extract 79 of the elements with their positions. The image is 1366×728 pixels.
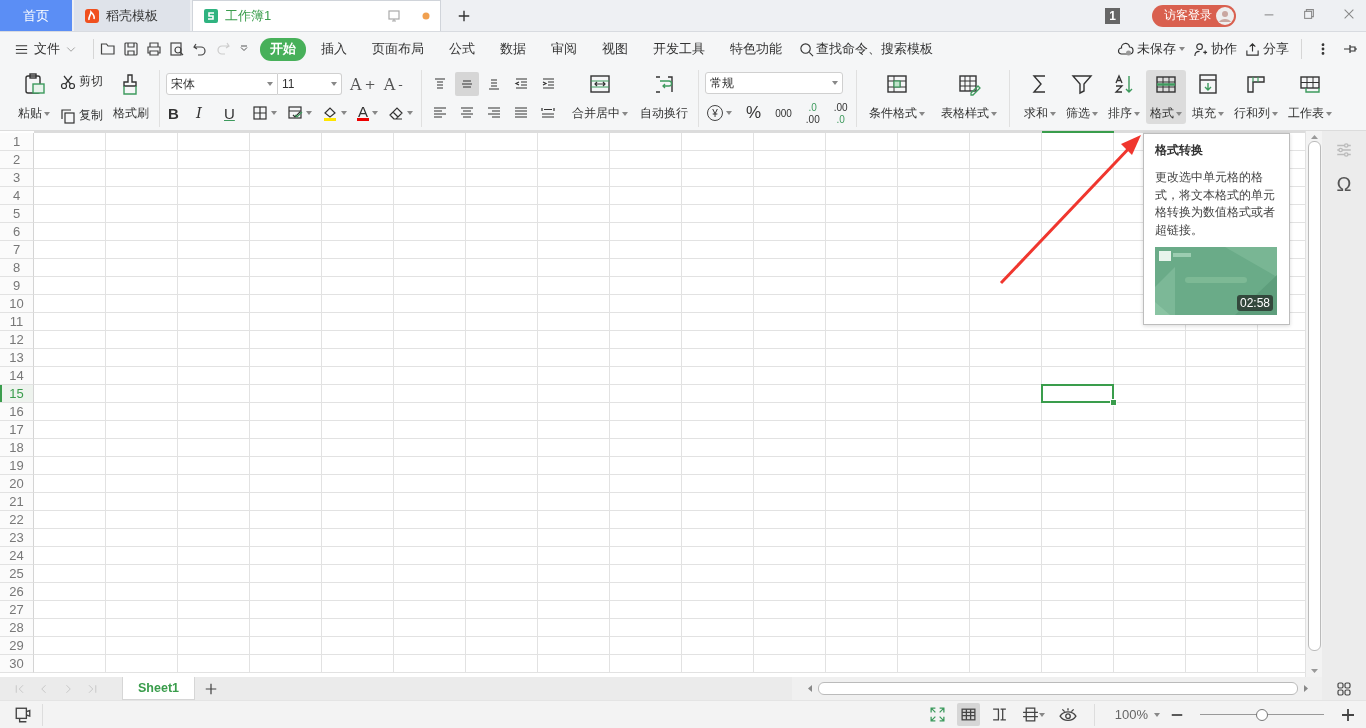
row-number[interactable]: 6 bbox=[0, 223, 34, 241]
sheet-tab[interactable]: Sheet1 bbox=[122, 677, 195, 700]
cut-button[interactable]: 剪切 bbox=[58, 72, 105, 91]
row-number[interactable]: 17 bbox=[0, 421, 34, 439]
underline-button[interactable]: U bbox=[222, 103, 244, 123]
ribbon-tab[interactable]: 插入 bbox=[311, 37, 357, 61]
tooltip-title: 格式转换 bbox=[1155, 142, 1204, 159]
font-color-button[interactable]: A bbox=[355, 104, 380, 122]
ribbon-tab[interactable]: 视图 bbox=[592, 37, 638, 61]
login-button[interactable]: 访客登录 bbox=[1152, 4, 1236, 27]
conditional-format-button[interactable]: 条件格式 bbox=[864, 70, 929, 124]
percent-button[interactable]: % bbox=[744, 102, 764, 124]
row-number[interactable]: 19 bbox=[0, 457, 34, 475]
paste-button[interactable]: 粘贴 bbox=[14, 70, 54, 124]
row-number[interactable]: 24 bbox=[0, 547, 34, 565]
ribbon-tab[interactable]: 开发工具 bbox=[643, 37, 715, 61]
document-tab[interactable]: 工作簿1 bbox=[192, 0, 441, 31]
row-number[interactable]: 7 bbox=[0, 241, 34, 259]
tooltip-text: 更改选中单元格的格式，将文本格式的单元格转换为数值格式或者超链接。 bbox=[1155, 169, 1276, 239]
row-number[interactable]: 13 bbox=[0, 349, 34, 367]
sort-button[interactable]: 排序 bbox=[1103, 70, 1144, 124]
row-number[interactable]: 23 bbox=[0, 529, 34, 547]
increase-decimal-button[interactable]: .0 .00 bbox=[803, 101, 822, 125]
save-status-button[interactable]: 未保存 bbox=[1117, 40, 1185, 58]
row-number[interactable]: 21 bbox=[0, 493, 34, 511]
fill-button[interactable]: 填充 bbox=[1187, 70, 1228, 124]
decrease-decimal-button[interactable]: .00 .0 bbox=[831, 101, 850, 125]
font-name-field[interactable]: 宋体 bbox=[166, 73, 278, 95]
ribbon-tab[interactable]: 审阅 bbox=[541, 37, 587, 61]
row-number[interactable]: 9 bbox=[0, 277, 34, 295]
thousands-button[interactable]: 000 bbox=[773, 107, 794, 119]
video-duration: 02:58 bbox=[1236, 295, 1273, 311]
ribbon-tab[interactable]: 页面布局 bbox=[362, 37, 434, 61]
currency-button[interactable]: ¥ bbox=[705, 104, 734, 122]
collaborate-button[interactable]: 协作 bbox=[1193, 40, 1237, 58]
bold-button[interactable]: B bbox=[166, 103, 188, 123]
row-number[interactable]: 27 bbox=[0, 601, 34, 619]
table-style-button[interactable]: 表格样式 bbox=[936, 70, 1001, 124]
ribbon-tab[interactable]: 数据 bbox=[490, 37, 536, 61]
row-number[interactable]: 14 bbox=[0, 367, 34, 385]
row-number[interactable]: 16 bbox=[0, 403, 34, 421]
row-number[interactable]: 30 bbox=[0, 655, 34, 673]
symbol-button[interactable]: Ω bbox=[1336, 173, 1352, 196]
rows-columns-button[interactable]: 行和列 bbox=[1229, 70, 1282, 124]
row-number[interactable]: 5 bbox=[0, 205, 34, 223]
row-number[interactable]: 12 bbox=[0, 331, 34, 349]
worksheet-button[interactable]: 工作表 bbox=[1283, 70, 1336, 124]
search-field[interactable]: 查找命令、搜索模板 bbox=[799, 40, 933, 58]
wrap-text-button[interactable]: 自动换行 bbox=[636, 70, 692, 124]
row-number[interactable]: 11 bbox=[0, 313, 34, 331]
row-number[interactable]: 26 bbox=[0, 583, 34, 601]
copy-button[interactable]: 复制 bbox=[58, 106, 105, 125]
number-format-field[interactable]: 常规 bbox=[705, 72, 843, 94]
sum-button[interactable]: 求和 bbox=[1019, 70, 1060, 124]
ribbon-tab[interactable]: 公式 bbox=[439, 37, 485, 61]
row-number[interactable]: 20 bbox=[0, 475, 34, 493]
row-number[interactable]: 3 bbox=[0, 169, 34, 187]
font-size-field[interactable]: 11 bbox=[278, 73, 342, 95]
share-button[interactable]: 分享 bbox=[1245, 40, 1289, 58]
row-number[interactable]: 28 bbox=[0, 619, 34, 637]
row-number[interactable]: 25 bbox=[0, 565, 34, 583]
row-number[interactable]: 1 bbox=[0, 133, 34, 151]
merge-center-button[interactable]: 合并居中 bbox=[568, 70, 632, 124]
window-count[interactable]: 1 bbox=[1105, 7, 1120, 24]
row-number[interactable]: 8 bbox=[0, 259, 34, 277]
row-number[interactable]: 22 bbox=[0, 511, 34, 529]
row-number[interactable]: 10 bbox=[0, 295, 34, 313]
ribbon-tab[interactable]: 特色功能 bbox=[720, 37, 792, 61]
zoom-level[interactable]: 100% bbox=[1114, 707, 1160, 722]
row-number[interactable]: 18 bbox=[0, 439, 34, 457]
row-number[interactable]: 4 bbox=[0, 187, 34, 205]
format-painter-button[interactable]: 格式刷 bbox=[109, 70, 153, 124]
filter-button[interactable]: 筛选 bbox=[1061, 70, 1102, 124]
row-number[interactable]: 29 bbox=[0, 637, 34, 655]
row-number[interactable]: 2 bbox=[0, 151, 34, 169]
file-menu[interactable]: 文件 bbox=[14, 40, 77, 58]
italic-button[interactable]: I bbox=[194, 103, 216, 123]
document-tab[interactable]: 稻壳模板 bbox=[74, 0, 190, 31]
format-button[interactable]: 格式 bbox=[1145, 70, 1186, 124]
